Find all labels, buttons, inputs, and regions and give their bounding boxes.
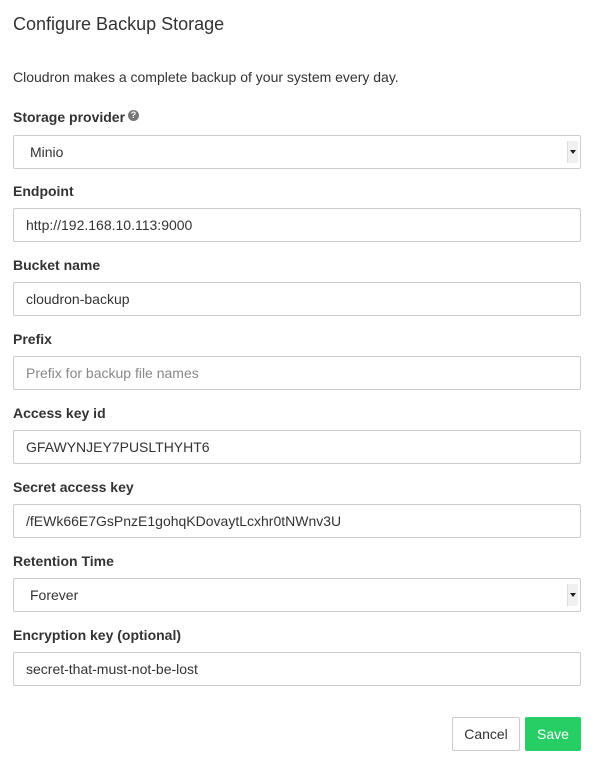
save-button[interactable]: Save	[525, 717, 581, 751]
backup-config-dialog: Configure Backup Storage Cloudron makes …	[0, 0, 595, 766]
access-key-id-input[interactable]	[13, 430, 581, 464]
bucket-name-input[interactable]	[13, 282, 581, 316]
dialog-description: Cloudron makes a complete backup of your…	[13, 69, 399, 85]
cancel-button[interactable]: Cancel	[452, 717, 520, 751]
endpoint-label: Endpoint	[13, 183, 74, 199]
header-divider	[0, 50, 595, 51]
dialog-title: Configure Backup Storage	[13, 14, 225, 34]
encryption-key-input[interactable]	[13, 652, 581, 686]
storage-provider-label: Storage provider?	[13, 109, 140, 125]
question-circle-icon[interactable]: ?	[128, 110, 140, 121]
secret-access-key-label: Secret access key	[13, 479, 134, 495]
storage-provider-select[interactable]: Minio	[13, 135, 581, 169]
retention-time-select[interactable]: Forever	[13, 578, 581, 612]
bucket-name-label: Bucket name	[13, 257, 101, 273]
dropdown-arrow-icon	[567, 584, 578, 606]
secret-access-key-input[interactable]	[13, 504, 581, 538]
prefix-input[interactable]	[13, 356, 581, 390]
prefix-label: Prefix	[13, 331, 52, 347]
encryption-key-label: Encryption key (optional)	[13, 627, 182, 643]
retention-time-value: Forever	[30, 587, 79, 603]
storage-provider-label-text: Storage provider	[13, 109, 126, 125]
footer-divider	[0, 703, 595, 704]
retention-time-label: Retention Time	[13, 553, 114, 569]
storage-provider-value: Minio	[30, 144, 64, 160]
endpoint-input[interactable]	[13, 208, 581, 242]
access-key-id-label: Access key id	[13, 405, 106, 421]
dropdown-arrow-icon	[567, 141, 578, 163]
